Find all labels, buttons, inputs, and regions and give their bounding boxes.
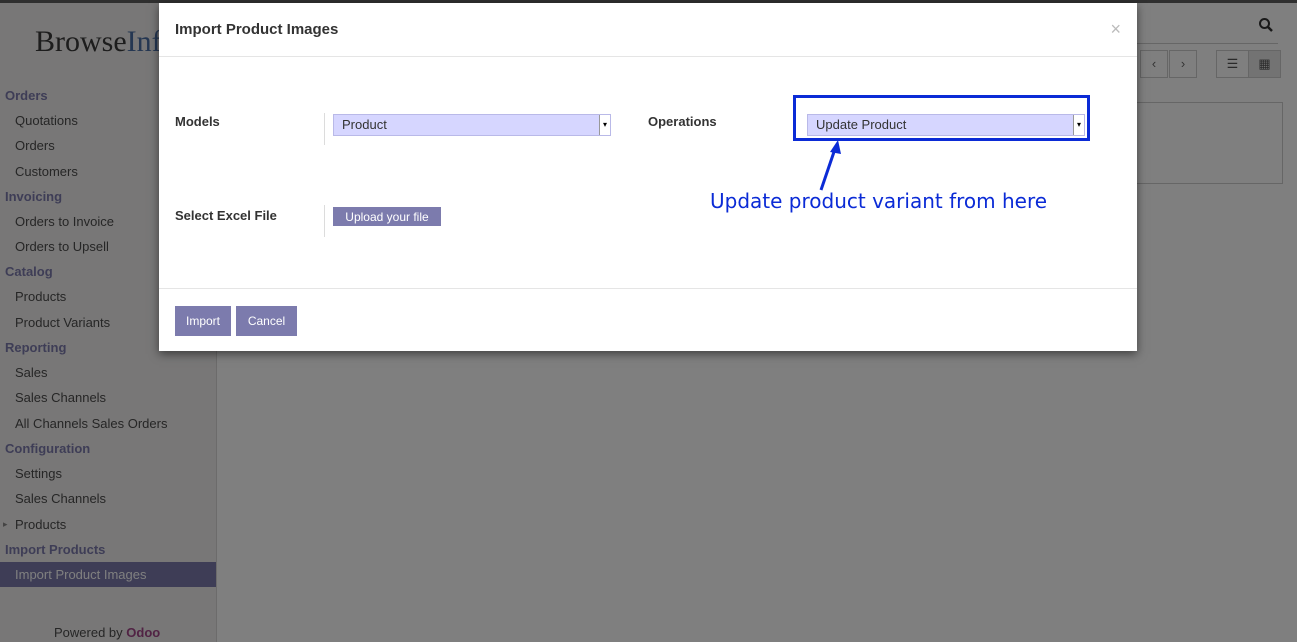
annotation-highlight-box [793,95,1090,141]
close-icon[interactable]: × [1110,19,1121,40]
dropdown-arrow-icon: ▾ [599,115,610,135]
modal-title: Import Product Images [175,21,339,38]
operations-label: Operations [648,114,717,129]
models-select[interactable]: Product ▾ [333,114,611,136]
modal-footer: Import Cancel [159,288,1137,352]
annotation-text: Update product variant from here [710,189,1048,213]
import-product-images-dialog: Import Product Images × Models Product ▾… [159,3,1137,351]
file-separator [324,205,325,237]
modal-header: Import Product Images × [159,3,1137,57]
import-button[interactable]: Import [175,306,231,336]
upload-file-button[interactable]: Upload your file [333,207,441,226]
select-excel-file-label: Select Excel File [175,208,277,223]
models-select-value: Product [342,117,387,132]
models-separator [324,113,325,145]
cancel-button[interactable]: Cancel [236,306,297,336]
models-label: Models [175,114,220,129]
